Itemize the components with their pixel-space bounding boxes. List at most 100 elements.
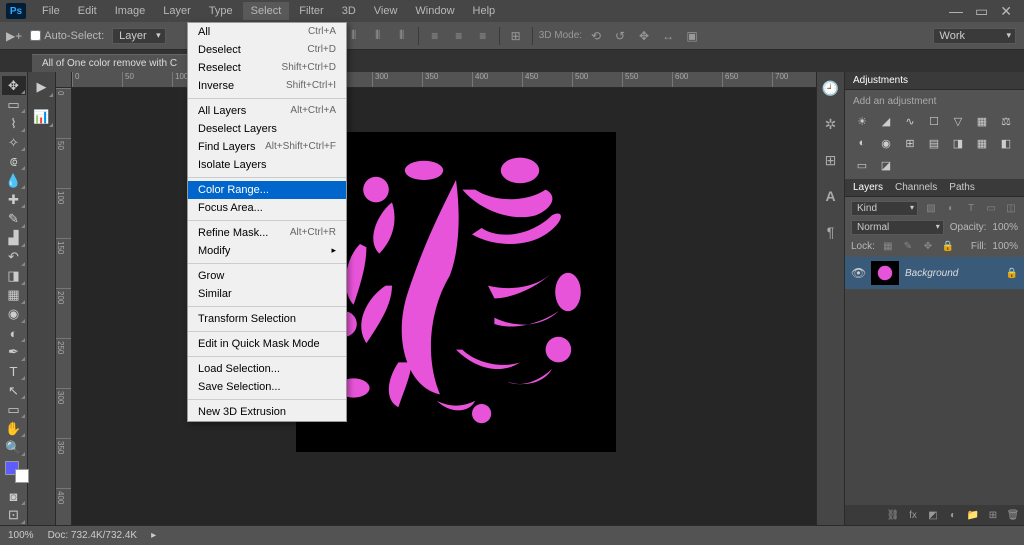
menu-item-color-range-[interactable]: Color Range...: [188, 181, 346, 199]
menu-item-edit-in-quick-mask-mode[interactable]: Edit in Quick Mask Mode: [188, 335, 346, 353]
distribute-v-icon-3[interactable]: ≡: [473, 27, 493, 45]
menu-item-isolate-layers[interactable]: Isolate Layers: [188, 156, 346, 174]
color-lookup-icon[interactable]: ▤: [925, 135, 943, 151]
eyedropper-tool[interactable]: 💧: [2, 171, 26, 190]
document-tab[interactable]: All of One color remove with C: [32, 54, 197, 72]
character-panel-icon[interactable]: A: [821, 186, 841, 206]
layer-name[interactable]: Background: [905, 268, 1000, 279]
canvas-area[interactable]: 0501001502002503003504004505005506006507…: [56, 72, 816, 525]
menu-layer[interactable]: Layer: [155, 2, 199, 20]
distribute-icon-3[interactable]: ⫴: [392, 27, 412, 45]
history-panel-icon[interactable]: 🕘: [821, 78, 841, 98]
histogram-icon[interactable]: 📊: [30, 106, 54, 128]
photo-filter-icon[interactable]: ◉: [877, 135, 895, 151]
patch-tool[interactable]: ✚: [2, 190, 26, 209]
menu-image[interactable]: Image: [107, 2, 154, 20]
menu-item-modify[interactable]: Modify: [188, 242, 346, 260]
menu-view[interactable]: View: [366, 2, 406, 20]
pen-tool[interactable]: ✒: [2, 343, 26, 362]
screen-mode-toggle[interactable]: ⊡: [2, 506, 26, 525]
zoom-tool[interactable]: 🔍: [2, 438, 26, 457]
link-layers-icon[interactable]: ⛓: [886, 508, 900, 522]
distribute-v-icon[interactable]: ≡: [425, 27, 445, 45]
menu-3d[interactable]: 3D: [334, 2, 364, 20]
3d-roll-icon[interactable]: ↺: [610, 27, 630, 45]
brightness-icon[interactable]: ☀: [853, 113, 871, 129]
blend-mode-select[interactable]: Normal: [851, 220, 944, 235]
fill-value[interactable]: 100%: [992, 241, 1018, 252]
menu-file[interactable]: File: [34, 2, 68, 20]
channel-mixer-icon[interactable]: ⊞: [901, 135, 919, 151]
ruler-horizontal[interactable]: 0501001502002503003504004505005506006507…: [72, 72, 816, 88]
layer-filter-kind[interactable]: Kind: [851, 201, 918, 216]
selective-color-icon[interactable]: ◪: [877, 157, 895, 173]
lasso-tool[interactable]: ⌇: [2, 114, 26, 133]
menu-item-find-layers[interactable]: Find LayersAlt+Shift+Ctrl+F: [188, 138, 346, 156]
layer-row[interactable]: 👁 Background 🔒: [845, 257, 1024, 289]
bw-icon[interactable]: ◐: [853, 135, 871, 151]
menu-item-save-selection-[interactable]: Save Selection...: [188, 378, 346, 396]
actions-panel-icon[interactable]: ✲: [821, 114, 841, 134]
tab-paths[interactable]: Paths: [949, 182, 975, 193]
posterize-icon[interactable]: ▦: [973, 135, 991, 151]
filter-smart-icon[interactable]: ◫: [1004, 202, 1018, 216]
menu-item-transform-selection[interactable]: Transform Selection: [188, 310, 346, 328]
levels-icon[interactable]: ◢: [877, 113, 895, 129]
gradient-map-icon[interactable]: ▭: [853, 157, 871, 173]
zoom-level[interactable]: 100%: [8, 530, 34, 541]
eraser-tool[interactable]: ◨: [2, 267, 26, 286]
adjustments-tab[interactable]: Adjustments: [853, 75, 908, 86]
threshold-icon[interactable]: ◧: [997, 135, 1015, 151]
lock-pixels-icon[interactable]: ✎: [901, 239, 915, 253]
tab-channels[interactable]: Channels: [895, 182, 937, 193]
menu-item-focus-area-[interactable]: Focus Area...: [188, 199, 346, 217]
crop-tool[interactable]: ⟃: [2, 152, 26, 171]
menu-item-similar[interactable]: Similar: [188, 285, 346, 303]
restore-icon[interactable]: ▭: [975, 4, 988, 18]
lock-position-icon[interactable]: ✥: [921, 239, 935, 253]
menu-item-deselect[interactable]: DeselectCtrl+D: [188, 41, 346, 59]
doc-info-arrow[interactable]: ▸: [151, 530, 156, 541]
menu-item-inverse[interactable]: InverseShift+Ctrl+I: [188, 77, 346, 95]
new-group-icon[interactable]: 📁: [966, 508, 980, 522]
layer-fx-icon[interactable]: fx: [906, 508, 920, 522]
paragraph-panel-icon[interactable]: ¶: [821, 222, 841, 242]
3d-pan-icon[interactable]: ✥: [634, 27, 654, 45]
magic-wand-tool[interactable]: ✧: [2, 133, 26, 152]
menu-filter[interactable]: Filter: [291, 2, 331, 20]
visibility-icon[interactable]: 👁: [851, 266, 865, 280]
menu-help[interactable]: Help: [465, 2, 504, 20]
select-menu-dropdown[interactable]: AllCtrl+ADeselectCtrl+DReselectShift+Ctr…: [187, 22, 347, 422]
menu-item-reselect[interactable]: ReselectShift+Ctrl+D: [188, 59, 346, 77]
properties-panel-icon[interactable]: ⊞: [821, 150, 841, 170]
layer-thumbnail[interactable]: [871, 261, 899, 285]
auto-select-target[interactable]: Layer: [112, 28, 166, 44]
menu-item-load-selection-[interactable]: Load Selection...: [188, 360, 346, 378]
ruler-vertical[interactable]: 050100150200250300350400450: [56, 88, 72, 525]
menu-item-all-layers[interactable]: All LayersAlt+Ctrl+A: [188, 102, 346, 120]
background-color[interactable]: [15, 469, 29, 483]
ruler-origin[interactable]: [56, 72, 72, 88]
tab-layers[interactable]: Layers: [853, 182, 883, 193]
dodge-tool[interactable]: ◐: [2, 324, 26, 343]
lock-icon[interactable]: 🔒: [1006, 268, 1018, 279]
layer-mask-icon[interactable]: ◩: [926, 508, 940, 522]
quick-mask-toggle[interactable]: ◙: [2, 487, 26, 506]
play-icon[interactable]: ▶: [30, 76, 54, 98]
3d-scale-icon[interactable]: ▣: [682, 27, 702, 45]
filter-type-icon[interactable]: T: [964, 202, 978, 216]
move-tool[interactable]: ✥: [2, 76, 26, 95]
doc-info[interactable]: Doc: 732.4K/732.4K: [48, 530, 138, 541]
marquee-tool[interactable]: ▭: [2, 95, 26, 114]
menu-item-all[interactable]: AllCtrl+A: [188, 23, 346, 41]
new-layer-icon[interactable]: ⊞: [986, 508, 1000, 522]
vibrance-icon[interactable]: ▽: [949, 113, 967, 129]
auto-align-icon[interactable]: ⊞: [506, 27, 526, 45]
delete-layer-icon[interactable]: 🗑: [1006, 508, 1020, 522]
stamp-tool[interactable]: ▟: [2, 229, 26, 248]
close-icon[interactable]: ✕: [1000, 4, 1012, 18]
menu-item-deselect-layers[interactable]: Deselect Layers: [188, 120, 346, 138]
filter-shape-icon[interactable]: ▭: [984, 202, 998, 216]
opacity-value[interactable]: 100%: [992, 222, 1018, 233]
history-brush-tool[interactable]: ↶: [2, 248, 26, 267]
